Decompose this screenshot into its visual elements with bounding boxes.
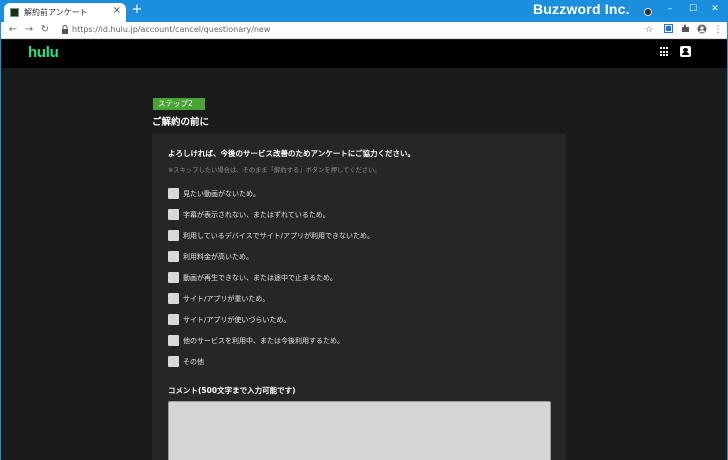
window-border-left [0,22,1,460]
page-title: ご解約の前に [152,117,210,128]
site-header: hulu [0,40,728,68]
tab-title: 解約前アンケート [24,8,88,17]
option-label: 見たい動画がないため。 [183,190,260,198]
minimize-button[interactable]: – [661,2,679,16]
browser-profile-icon[interactable] [644,8,652,16]
option-label: 利用料金が高いため。 [183,253,253,261]
browser-title-bar: 解約前アンケート × + Buzzword Inc. – ☐ ✕ [0,0,728,22]
reload-button[interactable]: ↻ [39,24,51,36]
browser-tab[interactable]: 解約前アンケート × [4,3,126,22]
address-toolbar: ← → ↻ https://id.hulu.jp/account/cancel/… [0,22,728,39]
option-label: その他 [183,358,204,366]
survey-note-text: ※スキップしたい場合は、そのまま「解約する」ボタンを押してください。 [168,167,381,174]
kebab-menu-icon[interactable]: ⋮ [712,24,724,36]
tab-close-icon[interactable]: × [113,5,121,16]
option-label: 動画が再生できない、または途中で止まるため。 [183,274,337,282]
survey-lead-text: よろしければ、今後のサービス改善のためアンケートにご協力ください。 [168,149,416,158]
lock-icon[interactable] [60,25,70,35]
survey-card: よろしければ、今後のサービス改善のためアンケートにご協力ください。 ※スキップし… [152,134,566,460]
extension-icon[interactable] [662,24,674,36]
checkbox[interactable] [168,272,179,283]
comment-label: コメント(500文字まで入力可能です) [168,386,296,395]
maximize-button[interactable]: ☐ [684,2,702,16]
option-label: 利用しているデバイスでサイト/アプリが利用できないため。 [183,232,374,240]
page-content: ステップ2 ご解約の前に よろしければ、今後のサービス改善のためアンケートにご協… [0,68,728,460]
checkbox[interactable] [168,188,179,199]
option-label: サイト/アプリが使いづらいため。 [183,316,291,324]
new-tab-button[interactable]: + [130,2,144,18]
checkbox[interactable] [168,293,179,304]
profile-icon[interactable] [696,24,708,36]
url-input[interactable]: https://id.hulu.jp/account/cancel/questi… [72,25,270,34]
checkbox[interactable] [168,314,179,325]
option-label: 他のサービスを利用中、または今後利用するため。 [183,337,344,345]
comment-textarea[interactable] [168,401,551,460]
hulu-logo[interactable]: hulu [28,44,59,61]
checkbox[interactable] [168,230,179,241]
checkbox[interactable] [168,356,179,367]
option-label: サイト/アプリが重いため。 [183,295,270,303]
forward-button[interactable]: → [23,24,35,36]
checkbox[interactable] [168,209,179,220]
back-button[interactable]: ← [7,24,19,36]
step-badge: ステップ2 [153,98,205,110]
checkbox[interactable] [168,335,179,346]
watermark-text: Buzzword Inc. [533,1,630,17]
apps-grid-icon[interactable] [660,47,670,57]
close-window-button[interactable]: ✕ [706,2,724,16]
puzzle-icon[interactable] [679,24,691,36]
option-label: 字幕が表示されない、またはずれているため。 [183,211,330,219]
checkbox[interactable] [168,251,179,262]
star-icon[interactable]: ☆ [643,24,655,36]
hulu-favicon-icon [10,8,19,17]
user-account-icon[interactable] [680,46,691,57]
